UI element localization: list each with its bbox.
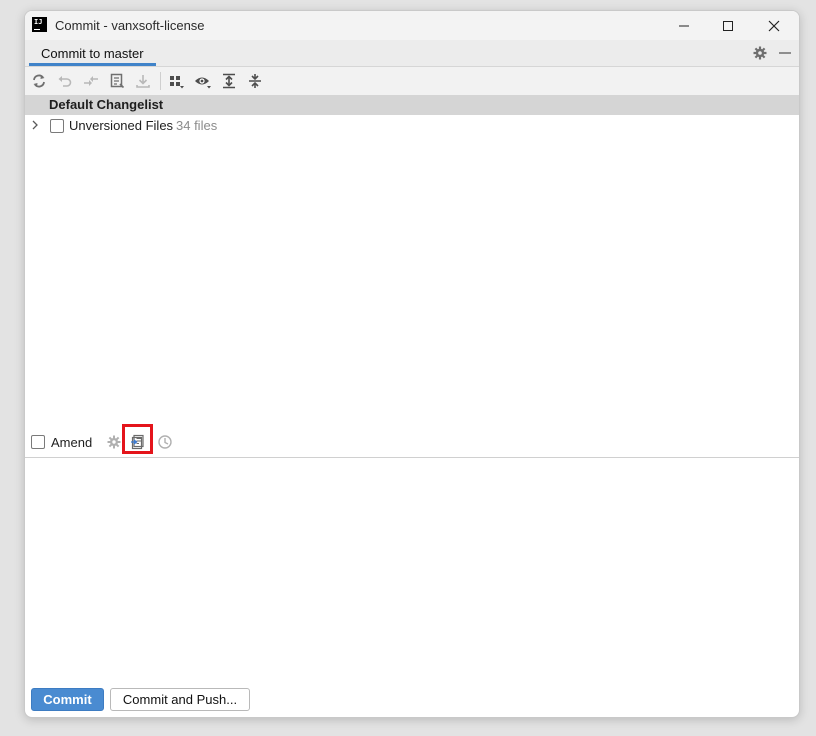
highlight-annotation: [122, 424, 153, 454]
tree-row-unversioned-files[interactable]: Unversioned Files 34 files: [25, 115, 799, 137]
chevron-right-icon[interactable]: [30, 119, 40, 131]
rollback-icon: [58, 76, 72, 87]
hide-panel-button[interactable]: [775, 43, 795, 63]
expand-all-button[interactable]: [219, 71, 239, 91]
refresh-button[interactable]: [29, 71, 49, 91]
tree-item-label: Unversioned Files: [69, 118, 174, 133]
gear-icon: [753, 46, 767, 60]
minimize-icon: [679, 25, 689, 26]
title-bar: IJ Commit - vanxsoft-license: [25, 11, 799, 40]
commit-options-button[interactable]: [104, 432, 124, 452]
download-button[interactable]: [133, 71, 153, 91]
eye-icon: [195, 77, 211, 89]
group-by-icon: [170, 76, 184, 89]
window-title: Commit - vanxsoft-license: [55, 18, 205, 33]
maximize-icon: [723, 20, 733, 31]
expand-all-icon: [223, 73, 235, 89]
view-options-button[interactable]: [193, 71, 213, 91]
show-diff-button[interactable]: [81, 71, 101, 91]
tab-label: Commit to master: [41, 45, 144, 61]
changelist-name: Default Changelist: [49, 97, 164, 112]
changes-toolbar: [25, 67, 799, 96]
settings-button[interactable]: [750, 43, 770, 63]
file-count: 34 files: [176, 118, 218, 133]
clock-icon: [158, 435, 172, 449]
toolbar-separator: [160, 72, 161, 90]
gear-icon: [107, 435, 121, 449]
minimize-panel-icon: [779, 52, 791, 54]
show-diff-icon: [84, 76, 98, 86]
commit-button[interactable]: Commit: [31, 688, 104, 711]
download-icon: [136, 75, 150, 88]
amend-label[interactable]: Amend: [51, 435, 92, 450]
commit-window: IJ Commit - vanxsoft-license Commit to m…: [24, 10, 800, 718]
shelve-button[interactable]: [107, 71, 127, 91]
changelist-header[interactable]: Default Changelist: [25, 95, 799, 115]
collapse-all-button[interactable]: [245, 71, 265, 91]
rollback-button[interactable]: [55, 71, 75, 91]
commit-and-push-button[interactable]: Commit and Push...: [110, 688, 250, 711]
refresh-icon: [33, 74, 45, 88]
collapse-all-icon: [249, 74, 261, 88]
commit-message-editor[interactable]: [25, 458, 799, 680]
close-icon: [768, 20, 780, 31]
group-by-button[interactable]: [167, 71, 187, 91]
shelve-icon: [110, 73, 125, 89]
minimize-button[interactable]: [661, 11, 707, 40]
unversioned-files-checkbox[interactable]: [50, 119, 64, 133]
close-button[interactable]: [751, 11, 797, 40]
tool-window-tab-bar: Commit to master: [25, 40, 799, 67]
commit-history-button[interactable]: [155, 432, 175, 452]
maximize-button[interactable]: [705, 11, 751, 40]
tab-commit-to-master[interactable]: Commit to master: [29, 40, 156, 66]
amend-checkbox[interactable]: [31, 435, 45, 449]
intellij-app-icon: IJ: [32, 17, 47, 32]
